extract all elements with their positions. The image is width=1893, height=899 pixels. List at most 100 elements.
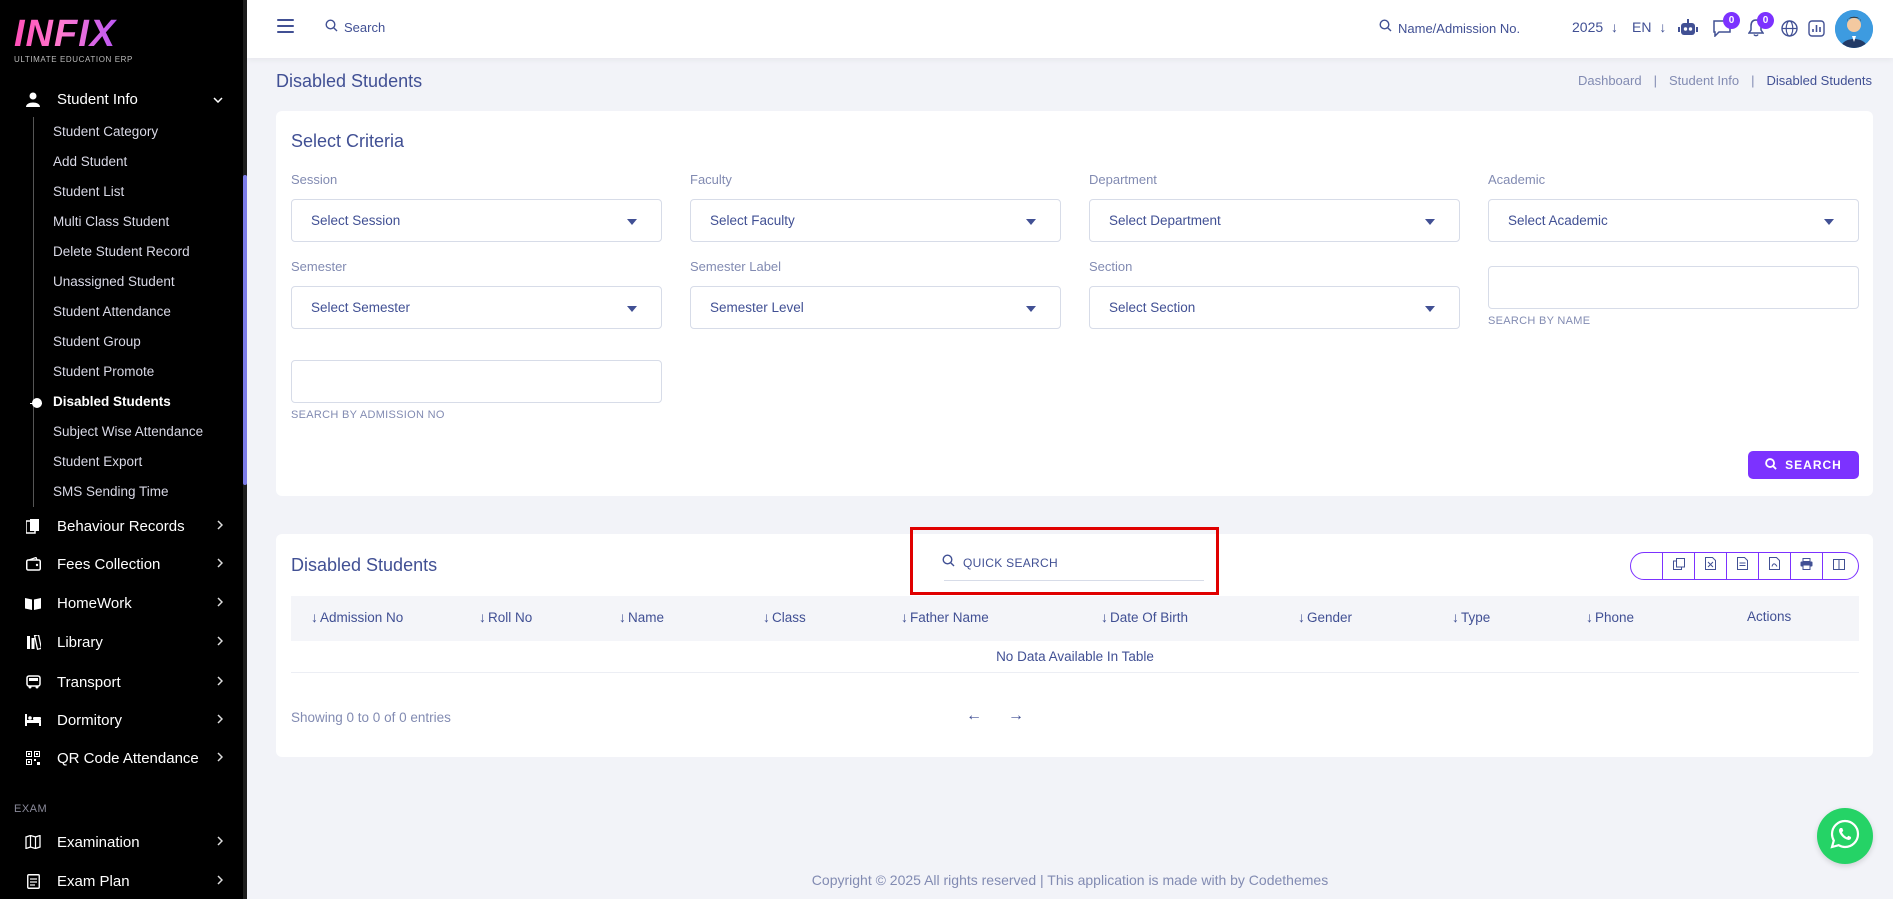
logo-tagline: ULTIMATE EDUCATION ERP [14,55,133,64]
column-date-of-birth[interactable]: ↓ Date Of Birth [1101,609,1188,625]
column-roll-no[interactable]: ↓ Roll No [479,609,532,625]
page-title: Disabled Students [276,71,423,91]
semester-level-select[interactable]: Semester Level [690,286,1061,329]
breadcrumb-student-info[interactable]: Student Info [1669,73,1739,88]
faculty-value: Select Faculty [710,213,795,228]
next-page-icon[interactable]: → [1008,707,1024,725]
admission-search-input[interactable] [1398,20,1538,36]
sort-arrow-icon: ↓ [1298,609,1305,625]
print-button[interactable] [1790,553,1822,579]
sidebar-subitem-add-student[interactable]: Add Student [53,152,127,172]
search-by-admission-hint: SEARCH BY ADMISSION NO [291,409,445,421]
department-select[interactable]: Select Department [1089,199,1460,242]
sidebar-subitem-disabled-students[interactable]: Disabled Students [53,392,171,412]
column-label: Date Of Birth [1110,609,1189,625]
submenu-line [33,117,34,507]
sidebar-item-qr-code-attendance[interactable]: QR Code Attendance [0,743,243,773]
column-label: Actions [1747,609,1792,624]
column-label: Class [772,609,806,625]
previous-page-icon[interactable]: ← [966,707,982,725]
pdf-icon [1769,557,1780,575]
sidebar-item-dormitory[interactable]: Dormitory [0,705,243,735]
whatsapp-button[interactable] [1817,808,1873,864]
search-button-label: SEARCH [1785,458,1842,472]
sidebar-item-homework[interactable]: HomeWork [0,588,243,618]
excel-button[interactable] [1694,553,1726,579]
analytics-icon[interactable] [1806,18,1826,38]
sidebar-subitem-sms-sending-time[interactable]: SMS Sending Time [53,482,169,502]
section-label: Section [1089,259,1133,274]
column-admission-no[interactable]: ↓ Admission No [311,609,403,625]
sidebar-subitem-student-attendance[interactable]: Student Attendance [53,302,171,322]
sidebar: INFIX ULTIMATE EDUCATION ERP Student Inf… [0,0,247,899]
bell-icon[interactable]: 0 [1746,12,1774,38]
chevron-right-icon [217,751,224,765]
caret-down-icon [1425,306,1435,312]
document-icon [25,873,41,889]
quick-search-input[interactable] [963,555,1183,570]
sidebar-scrollbar[interactable] [243,175,247,485]
breadcrumb-current: Disabled Students [1766,73,1872,88]
robot-icon[interactable] [1678,18,1698,38]
semester-select[interactable]: Select Semester [291,286,662,329]
column-label: Phone [1595,609,1635,625]
sidebar-item-exam-plan[interactable]: Exam Plan [0,866,243,896]
column-name[interactable]: ↓ Name [619,609,664,625]
sidebar-item-examination[interactable]: Examination [0,827,243,857]
search-by-name-input[interactable] [1488,266,1859,309]
column-gender[interactable]: ↓ Gender [1298,609,1352,625]
logo[interactable]: INFIX ULTIMATE EDUCATION ERP [14,14,133,64]
sidebar-subitem-student-group[interactable]: Student Group [53,332,141,352]
column-phone[interactable]: ↓ Phone [1586,609,1634,625]
faculty-select[interactable]: Select Faculty [690,199,1061,242]
sidebar-item-fees-collection[interactable]: Fees Collection [0,549,243,579]
sidebar-subitem-student-category[interactable]: Student Category [53,122,158,142]
bus-icon [25,674,41,690]
section-select[interactable]: Select Section [1089,286,1460,329]
csv-button[interactable] [1726,553,1758,579]
sort-arrow-icon: ↓ [901,609,908,625]
sidebar-subitem-delete-student-record[interactable]: Delete Student Record [53,242,190,262]
sidebar-subitem-unassigned-student[interactable]: Unassigned Student [53,272,175,292]
faculty-label: Faculty [690,172,732,187]
menu-toggle-icon[interactable] [277,19,294,33]
pdf-button[interactable] [1758,553,1790,579]
column-label: Father Name [910,609,989,625]
sidebar-item-student-info[interactable]: Student Info [0,84,243,114]
sidebar-subitem-subject-wise-attendance[interactable]: Subject Wise Attendance [53,422,203,442]
sidebar-subitem-student-export[interactable]: Student Export [53,452,142,472]
column-actions: Actions [1747,609,1791,624]
breadcrumb: Dashboard | Student Info | Disabled Stud… [1578,73,1872,88]
search-button[interactable]: SEARCH [1748,451,1859,479]
csv-icon [1737,557,1748,575]
columns-button[interactable] [1822,553,1854,579]
column-label: Roll No [488,609,533,625]
chevron-right-icon [217,596,224,610]
column-class[interactable]: ↓ Class [763,609,806,625]
sort-arrow-icon: ↓ [1586,609,1593,625]
globe-icon[interactable] [1779,18,1799,38]
caret-down-icon [1425,219,1435,225]
session-select[interactable]: Select Session [291,199,662,242]
sidebar-subitem-student-promote[interactable]: Student Promote [53,362,154,382]
sidebar-item-transport[interactable]: Transport [0,667,243,697]
copy-button[interactable] [1662,553,1694,579]
column-type[interactable]: ↓ Type [1452,609,1490,625]
chevron-down-icon [213,92,223,106]
breadcrumb-dashboard[interactable]: Dashboard [1578,73,1642,88]
sidebar-subitem-multi-class-student[interactable]: Multi Class Student [53,212,169,232]
table-header: ↓ Admission No ↓ Roll No ↓ Name ↓ Class ↓ Fat… [291,596,1859,641]
year-selector[interactable]: 2025 ↓ [1572,19,1618,35]
search-input[interactable] [344,19,464,35]
search-by-admission-input[interactable] [291,360,662,403]
column-father-name[interactable]: ↓ Father Name [901,609,989,625]
language-selector[interactable]: EN ↓ [1632,19,1666,35]
chat-icon[interactable]: 0 [1712,12,1740,38]
sidebar-item-library[interactable]: Library [0,627,243,657]
table-empty-row: No Data Available In Table [291,641,1859,673]
academic-select[interactable]: Select Academic [1488,199,1859,242]
sidebar-item-behaviour-records[interactable]: Behaviour Records [0,511,243,541]
avatar[interactable] [1835,10,1873,48]
chevron-right-icon [217,835,224,849]
sidebar-subitem-student-list[interactable]: Student List [53,182,124,202]
